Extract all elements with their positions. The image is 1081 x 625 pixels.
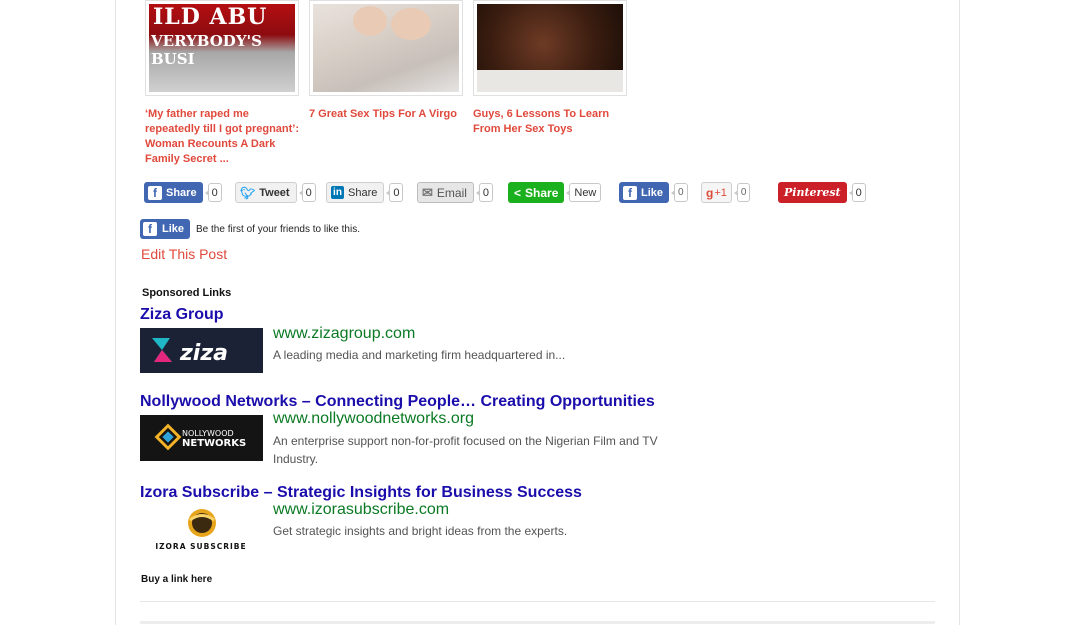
ad-description: A leading media and marketing firm headq… xyxy=(273,348,566,362)
logo-text: IZORA SUBSCRIBE xyxy=(155,542,246,551)
share-button[interactable]: < Share xyxy=(508,182,565,203)
facebook-like-button[interactable]: f Like xyxy=(619,182,670,203)
pin-it-button[interactable]: Pinterest xyxy=(778,182,847,203)
button-label: Share xyxy=(348,186,378,199)
related-post-2[interactable]: 7 Great Sex Tips For A Virgo xyxy=(309,0,469,122)
share-count: 0 xyxy=(475,183,494,202)
sponsored-ad-2: Nollywood Networks – Connecting People… … xyxy=(140,393,700,466)
ad-description: Get strategic insights and bright ideas … xyxy=(273,524,568,538)
sponsored-links-heading: Sponsored Links xyxy=(142,287,232,299)
logo-text: NOLLYWOOD xyxy=(182,429,234,438)
logo-text: NETWORKS xyxy=(182,438,246,449)
related-post-title[interactable]: 7 Great Sex Tips For A Virgo xyxy=(309,107,469,122)
plus-count: 0 xyxy=(733,183,751,202)
related-post-title[interactable]: ‘My father raped me repeatedly till I go… xyxy=(145,107,305,167)
share-count: 0 xyxy=(204,183,222,202)
facebook-icon: f xyxy=(148,185,162,200)
google-plus-button[interactable]: g +1 xyxy=(701,182,732,203)
facebook-like-widget-button[interactable]: f Like xyxy=(140,219,191,239)
ziza-logo[interactable]: ziza xyxy=(140,328,263,373)
linkedin-icon: in xyxy=(331,186,344,199)
button-label: Like xyxy=(162,223,185,235)
google-plus-icon: g xyxy=(706,185,714,200)
share-count: New xyxy=(566,183,602,202)
facebook-share-button[interactable]: f Share xyxy=(144,182,203,203)
ad-url[interactable]: www.zizagroup.com xyxy=(273,325,415,343)
divider xyxy=(140,601,935,602)
ad-title[interactable]: Izora Subscribe – Strategic Insights for… xyxy=(140,484,700,502)
button-label: Pinterest xyxy=(784,186,841,199)
button-label: Email xyxy=(436,185,467,200)
twitter-share[interactable]: 🐦︎ Tweet 0 xyxy=(235,182,316,203)
ad-title[interactable]: Ziza Group xyxy=(140,306,700,324)
button-label: Share xyxy=(525,185,559,200)
pin-count: 0 xyxy=(848,183,866,202)
facebook-icon: f xyxy=(623,185,637,200)
facebook-like-text: Be the first of your friends to like thi… xyxy=(196,223,360,235)
twitter-bird-icon: 🐦︎ xyxy=(240,185,256,200)
google-plus[interactable]: g +1 0 xyxy=(701,182,751,203)
button-label: Tweet xyxy=(259,186,290,199)
button-label: Like xyxy=(641,186,664,199)
button-label: +1 xyxy=(714,186,727,199)
related-post-thumbnail[interactable] xyxy=(309,0,463,96)
share-icon: < xyxy=(514,185,522,200)
buy-link[interactable]: Buy a link here xyxy=(141,574,212,585)
ad-title[interactable]: Nollywood Networks – Connecting People… … xyxy=(140,393,700,411)
related-post-thumbnail[interactable] xyxy=(473,0,627,96)
facebook-like[interactable]: f Like 0 xyxy=(619,182,688,203)
addthis-share[interactable]: < Share New xyxy=(508,182,602,203)
share-count: 0 xyxy=(386,183,404,202)
linkedin-share-button[interactable]: in Share xyxy=(326,182,385,203)
thumbnail-text: ILD ABU xyxy=(153,4,268,30)
email-share[interactable]: ✉ Email 0 xyxy=(417,182,494,203)
sponsored-ad-1: Ziza Group ziza www.zizagroup.com A lead… xyxy=(140,306,700,373)
facebook-share[interactable]: f Share 0 xyxy=(144,182,222,203)
pinterest-share[interactable]: Pinterest 0 xyxy=(778,182,866,203)
nollywood-networks-logo[interactable]: NOLLYWOOD NETWORKS xyxy=(140,415,263,461)
edit-post-link[interactable]: Edit This Post xyxy=(141,246,227,262)
ad-description: An enterprise support non-for-profit foc… xyxy=(273,434,658,466)
related-post-title[interactable]: Guys, 6 Lessons To Learn From Her Sex To… xyxy=(473,107,633,137)
like-count: 0 xyxy=(671,183,688,202)
linkedin-share[interactable]: in Share 0 xyxy=(326,182,404,203)
related-post-1[interactable]: ILD ABU VERYBODY'S BUSI ‘My father raped… xyxy=(145,0,305,167)
ad-url[interactable]: www.izorasubscribe.com xyxy=(273,501,449,519)
facebook-like-widget: f Like Be the first of your friends to l… xyxy=(140,219,360,239)
related-post-thumbnail[interactable]: ILD ABU VERYBODY'S BUSI xyxy=(145,0,299,96)
thumbnail-text: VERYBODY'S BUSI xyxy=(151,32,262,68)
related-post-3[interactable]: Guys, 6 Lessons To Learn From Her Sex To… xyxy=(473,0,633,137)
sponsored-ad-3: Izora Subscribe – Strategic Insights for… xyxy=(140,484,700,552)
izora-subscribe-logo[interactable]: IZORA SUBSCRIBE xyxy=(140,506,263,552)
button-label: Share xyxy=(166,186,197,199)
envelope-icon: ✉ xyxy=(422,184,433,200)
logo-text: ziza xyxy=(179,341,228,366)
tweet-button[interactable]: 🐦︎ Tweet xyxy=(235,182,297,203)
email-button[interactable]: ✉ Email xyxy=(417,182,474,203)
ad-url[interactable]: www.nollywoodnetworks.org xyxy=(273,410,474,428)
comment-box-edge xyxy=(140,621,935,624)
share-count: 0 xyxy=(298,183,316,202)
facebook-icon: f xyxy=(143,222,157,236)
